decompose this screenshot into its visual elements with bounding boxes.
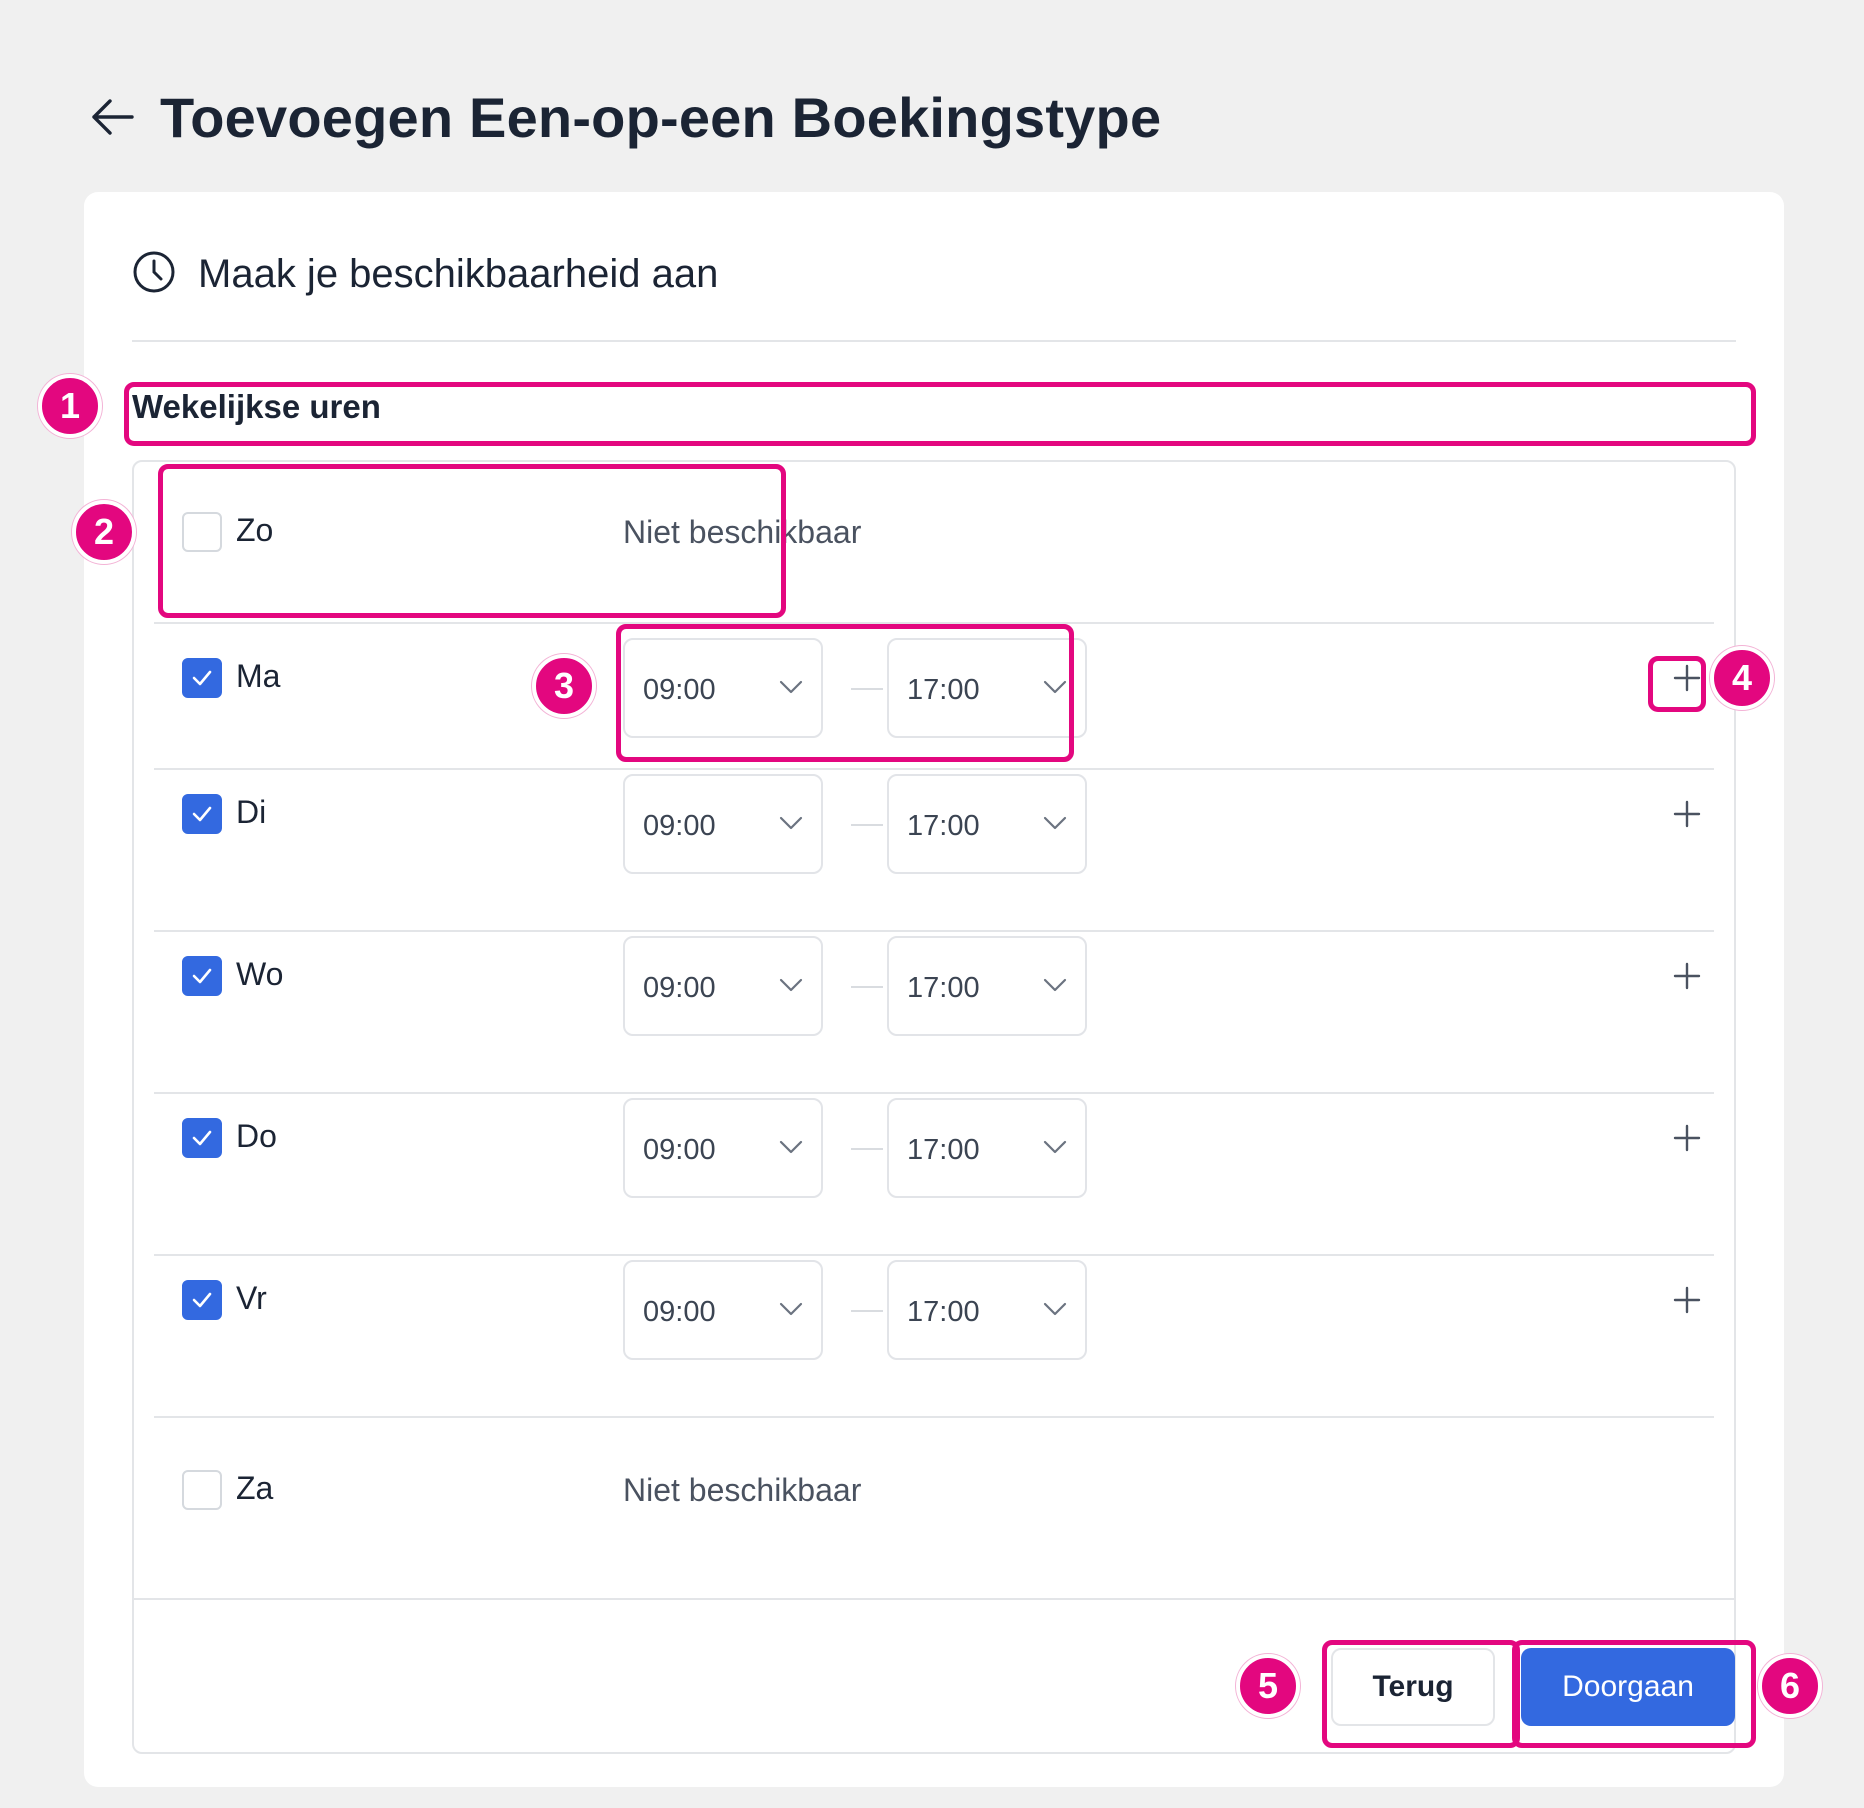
divider xyxy=(132,1598,1736,1600)
plus-icon[interactable] xyxy=(1667,1280,1707,1320)
check-icon xyxy=(192,806,212,822)
annotation-box xyxy=(158,464,786,618)
annotation-badge: 3 xyxy=(532,654,596,718)
end-time-select-di[interactable]: 17:00 xyxy=(887,774,1087,874)
day-row-di: Di 09:00 17:00 xyxy=(154,770,1714,932)
day-checkbox-do[interactable] xyxy=(182,1118,222,1158)
day-row-do: Do 09:00 17:00 xyxy=(154,1094,1714,1256)
time-separator xyxy=(851,986,883,988)
annotation-badge: 4 xyxy=(1710,646,1774,710)
day-row-vr: Vr 09:00 17:00 xyxy=(154,1256,1714,1418)
end-time-value: 17:00 xyxy=(907,972,980,1004)
check-icon xyxy=(192,670,212,686)
annotation-box xyxy=(1648,656,1706,712)
annotation-box xyxy=(1322,1640,1520,1748)
chevron-down-icon xyxy=(779,1140,803,1154)
day-label: Di xyxy=(236,794,267,830)
time-separator xyxy=(851,824,883,826)
plus-icon[interactable] xyxy=(1667,956,1707,996)
annotation-badge: 2 xyxy=(72,500,136,564)
start-time-value: 09:00 xyxy=(643,1296,716,1328)
check-icon xyxy=(192,1292,212,1308)
day-checkbox-za[interactable] xyxy=(182,1470,222,1510)
unavailable-text: Niet beschikbaar xyxy=(623,1472,862,1508)
end-time-select-wo[interactable]: 17:00 xyxy=(887,936,1087,1036)
start-time-value: 09:00 xyxy=(643,810,716,842)
day-label: Vr xyxy=(236,1280,267,1316)
day-checkbox-ma[interactable] xyxy=(182,658,222,698)
chevron-down-icon xyxy=(779,816,803,830)
day-label: Wo xyxy=(236,956,284,992)
end-time-value: 17:00 xyxy=(907,810,980,842)
start-time-value: 09:00 xyxy=(643,1134,716,1166)
day-checkbox-vr[interactable] xyxy=(182,1280,222,1320)
day-row-za: Za Niet beschikbaar xyxy=(154,1418,1714,1580)
page-title: Toevoegen Een-op-een Boekingstype xyxy=(160,85,1162,149)
annotation-badge: 6 xyxy=(1758,1654,1822,1718)
annotation-box xyxy=(1512,1640,1756,1748)
card-title: Maak je beschikbaarheid aan xyxy=(198,252,719,296)
start-time-value: 09:00 xyxy=(643,972,716,1004)
divider xyxy=(132,340,1736,342)
day-label: Ma xyxy=(236,658,281,694)
clock-icon xyxy=(132,250,176,299)
plus-icon[interactable] xyxy=(1667,794,1707,834)
time-separator xyxy=(851,1148,883,1150)
check-icon xyxy=(192,968,212,984)
chevron-down-icon xyxy=(1043,1302,1067,1316)
start-time-select-wo[interactable]: 09:00 xyxy=(623,936,823,1036)
page-header: Toevoegen Een-op-een Boekingstype xyxy=(90,84,1161,150)
arrow-left-icon[interactable] xyxy=(90,95,134,139)
check-icon xyxy=(192,1130,212,1146)
end-time-value: 17:00 xyxy=(907,1134,980,1166)
chevron-down-icon xyxy=(779,1302,803,1316)
annotation-badge: 1 xyxy=(38,374,102,438)
start-time-select-vr[interactable]: 09:00 xyxy=(623,1260,823,1360)
annotation-box xyxy=(124,382,1756,446)
end-time-select-do[interactable]: 17:00 xyxy=(887,1098,1087,1198)
chevron-down-icon xyxy=(1043,816,1067,830)
day-label: Do xyxy=(236,1118,277,1154)
chevron-down-icon xyxy=(1043,978,1067,992)
chevron-down-icon xyxy=(1043,1140,1067,1154)
end-time-value: 17:00 xyxy=(907,1296,980,1328)
day-checkbox-di[interactable] xyxy=(182,794,222,834)
chevron-down-icon xyxy=(779,978,803,992)
time-separator xyxy=(851,1310,883,1312)
start-time-select-di[interactable]: 09:00 xyxy=(623,774,823,874)
card-header: Maak je beschikbaarheid aan xyxy=(132,250,718,299)
end-time-select-vr[interactable]: 17:00 xyxy=(887,1260,1087,1360)
day-row-wo: Wo 09:00 17:00 xyxy=(154,932,1714,1094)
annotation-box xyxy=(616,624,1074,762)
start-time-select-do[interactable]: 09:00 xyxy=(623,1098,823,1198)
plus-icon[interactable] xyxy=(1667,1118,1707,1158)
day-checkbox-wo[interactable] xyxy=(182,956,222,996)
annotation-badge: 5 xyxy=(1236,1654,1300,1718)
day-label: Za xyxy=(236,1470,274,1506)
